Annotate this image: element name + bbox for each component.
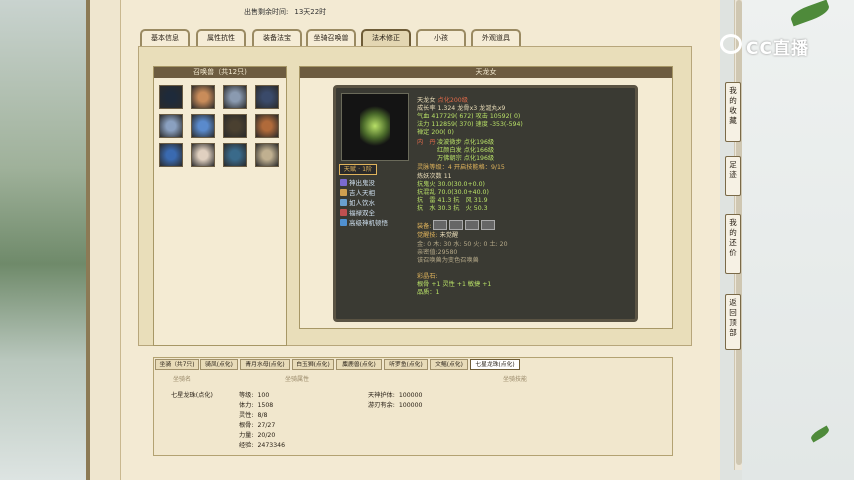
tab-child[interactable]: 小孩 (416, 29, 466, 47)
skill-label: 如人饮水 (349, 199, 375, 207)
skill-icon (340, 179, 347, 186)
attr-value: 100 (257, 392, 270, 399)
summon-slot[interactable] (191, 114, 215, 138)
summon-slot[interactable] (191, 143, 215, 167)
skill-value: 100000 (398, 392, 423, 399)
skill-key: 游刃有余: (368, 402, 395, 409)
equip-slot[interactable] (465, 220, 480, 230)
mount-attr-row: 力量: 20/20 (239, 430, 275, 439)
summon-skill[interactable]: 如人饮水 (340, 197, 375, 207)
nav-my-offers[interactable]: 我的还价 (725, 214, 741, 274)
mount-tab[interactable]: 青月水母(点化) (240, 359, 290, 370)
summon-skill[interactable]: 吉人天相 (340, 187, 375, 197)
tab-appearance[interactable]: 外观道具 (471, 29, 521, 47)
tab-spell-correction[interactable]: 法术修正 (361, 29, 411, 47)
summon-skill[interactable]: 福禄双全 (340, 207, 375, 217)
attr-value: 1508 (257, 402, 274, 409)
summon-detail-title: 天龙女 (300, 67, 672, 78)
equip-slot[interactable] (481, 220, 496, 230)
summon-slot[interactable] (255, 143, 279, 167)
summon-slot[interactable] (159, 143, 183, 167)
summon-skill[interactable]: 神出鬼没 (340, 177, 375, 187)
mount-tab[interactable]: 白玉狮(点化) (292, 359, 334, 370)
summon-slot[interactable] (223, 143, 247, 167)
tab-equipment[interactable]: 装备法宝 (252, 29, 302, 47)
tab-mounts-summons[interactable]: 坐骑召唤兽 (306, 29, 356, 47)
mount-name: 七星龙珠(点化) (171, 392, 213, 399)
mount-tab[interactable]: 文鳐(点化) (430, 359, 468, 370)
attr-value: 8/8 (257, 412, 268, 419)
summon-slot[interactable] (159, 114, 183, 138)
mount-skill-row: 游刃有余: 100000 (368, 400, 422, 409)
nav-favorites-label: 我的收藏 (729, 86, 737, 125)
skill-label: 神出鬼没 (349, 179, 375, 187)
mount-attr-row: 体力: 1508 (239, 400, 273, 409)
sale-timer: 出售剩余时间: 13天22时 (244, 8, 327, 16)
summon-list-title: 召唤兽（共12只) (154, 67, 286, 78)
skill-icon (340, 189, 347, 196)
nav-back-to-top[interactable]: 返回顶部 (725, 294, 741, 350)
attr-key: 力量: (239, 432, 254, 439)
cc-logo-icon (720, 34, 742, 54)
tab-attributes[interactable]: 属性抗性 (196, 29, 246, 47)
background-right (742, 0, 854, 480)
col-head-skills: 坐骑技能 (503, 376, 528, 383)
attr-key: 体力: (239, 402, 254, 409)
summon-portrait (341, 93, 409, 161)
attr-value: 2473346 (257, 442, 286, 449)
summon-skill[interactable]: 高级神机顿悟 (340, 217, 388, 227)
skill-label: 福禄双全 (349, 209, 375, 217)
nav-footprints-label: 足迹 (729, 160, 737, 179)
attr-value: 20/20 (257, 432, 276, 439)
attr-key: 根骨: (239, 422, 254, 429)
skill-value: 100000 (398, 402, 423, 409)
attr-key: 经验: (239, 442, 254, 449)
col-head-name: 坐骑名 (173, 376, 192, 383)
nav-back-to-top-label: 返回顶部 (729, 298, 737, 337)
summon-slot[interactable] (255, 114, 279, 138)
skill-label: 高级神机顿悟 (349, 219, 388, 227)
cc-live-watermark: CC直播 (718, 31, 854, 59)
summon-slot[interactable] (223, 85, 247, 109)
col-head-attrs: 坐骑属性 (285, 376, 310, 383)
equip-slot[interactable] (449, 220, 464, 230)
mount-attr-row: 经验: 2473346 (239, 440, 285, 449)
mount-tab[interactable]: 听罗鱼(点化) (384, 359, 428, 370)
mount-tab[interactable]: 七星龙珠(点化) (470, 359, 520, 370)
summon-slot[interactable] (255, 85, 279, 109)
skill-key: 天神护体: (368, 392, 395, 399)
mount-tab[interactable]: 坐骑（共7只) (155, 359, 199, 370)
attr-key: 灵性: (239, 412, 254, 419)
skill-icon (340, 199, 347, 206)
summon-sprite (360, 104, 390, 148)
background-landscape-left (0, 0, 86, 480)
tab-basic-info[interactable]: 基本信息 (140, 29, 190, 47)
attr-value: 27/27 (257, 422, 276, 429)
summon-detail-box: 天龙女 点化200级 成长率 1.324 龙骨x3 龙涎丸x9 气血 41772… (333, 85, 638, 322)
nav-footprints[interactable]: 足迹 (725, 156, 741, 196)
mount-tab[interactable]: 骑凤(点化) (200, 359, 238, 370)
mount-skill-row: 天神护体: 100000 (368, 390, 422, 399)
nav-my-offers-label: 我的还价 (729, 218, 737, 257)
summon-slot[interactable] (223, 114, 247, 138)
summon-slot[interactable] (159, 85, 183, 109)
equip-slot[interactable] (433, 220, 448, 230)
attr-key: 等级: (239, 392, 254, 399)
skill-icon (340, 219, 347, 226)
talent-badge: 天赋 · 1阶 (339, 164, 377, 175)
mount-attr-row: 灵性: 8/8 (239, 410, 267, 419)
skill-icon (340, 209, 347, 216)
nav-favorites[interactable]: 我的收藏 (725, 82, 741, 142)
skill-label: 吉人天相 (349, 189, 375, 197)
mount-attr-row: 等级: 100 (239, 390, 269, 399)
mount-tab[interactable]: 麋鹿兽(点化) (336, 359, 382, 370)
summon-slot[interactable] (191, 85, 215, 109)
mount-attr-row: 根骨: 27/27 (239, 420, 275, 429)
